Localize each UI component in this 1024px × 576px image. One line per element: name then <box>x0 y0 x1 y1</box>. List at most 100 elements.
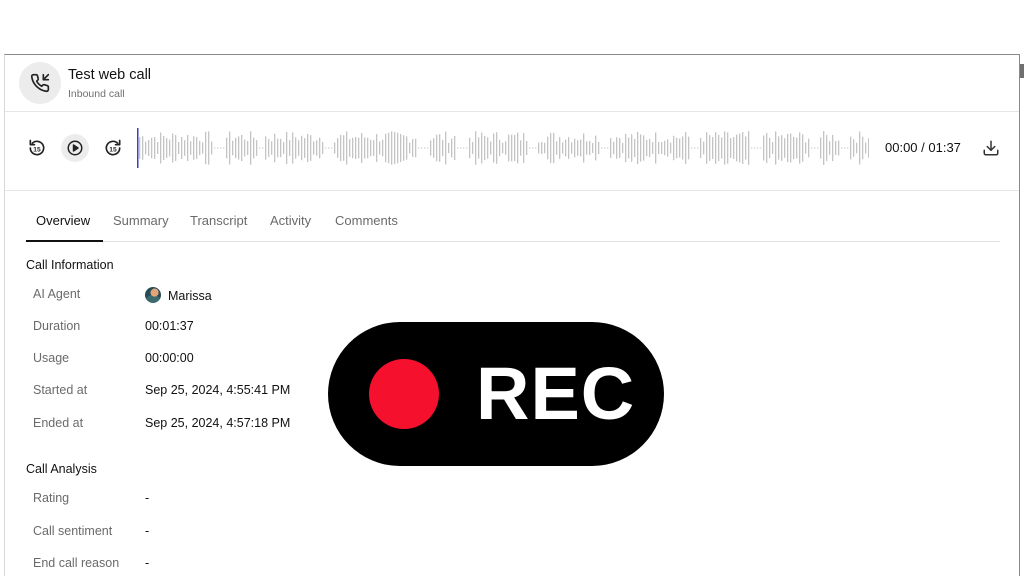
waveform-bar <box>709 135 711 161</box>
waveform-bar <box>226 137 228 159</box>
tab-transcript[interactable]: Transcript <box>190 213 247 228</box>
waveform-bar <box>430 140 432 156</box>
call-analysis-heading: Call Analysis <box>26 462 97 476</box>
active-tab-indicator <box>26 240 103 242</box>
field-label-ai-agent: AI Agent <box>33 287 81 301</box>
waveform-bar <box>205 131 207 165</box>
waveform-bar <box>361 132 363 164</box>
waveform-bar <box>820 137 822 159</box>
waveform-bar <box>454 135 456 161</box>
field-value-usage: 00:00:00 <box>145 351 194 365</box>
waveform-bar <box>484 135 486 161</box>
waveform-bar <box>649 138 651 158</box>
waveform-bar <box>397 132 399 164</box>
waveform-bar <box>721 137 723 159</box>
waveform-bar <box>307 133 309 163</box>
field-value-duration: 00:01:37 <box>145 319 194 333</box>
field-label-rating: Rating <box>33 491 70 505</box>
waveform-bar <box>190 141 192 155</box>
waveform-bar <box>607 147 609 149</box>
tab-comments[interactable]: Comments <box>335 213 398 228</box>
waveform-bar <box>559 137 561 159</box>
waveform-bar <box>625 133 627 163</box>
forward-15-icon[interactable]: 15 <box>99 134 127 162</box>
waveform-bar <box>208 131 210 165</box>
waveform-bar <box>394 131 396 165</box>
waveform-bar <box>253 137 255 159</box>
waveform-bar <box>259 147 261 149</box>
play-button[interactable] <box>61 134 89 162</box>
waveform-bar <box>772 142 774 154</box>
waveform-bar <box>511 134 513 162</box>
playhead-marker[interactable] <box>137 128 139 168</box>
waveform-bar <box>859 131 861 165</box>
waveform-bar <box>586 141 588 155</box>
waveform-bar <box>286 131 288 165</box>
waveform-bar <box>232 140 234 156</box>
waveform-bar <box>463 147 465 149</box>
waveform-bar <box>265 136 267 160</box>
waveform-bar <box>727 132 729 164</box>
waveform-bar <box>541 142 543 154</box>
waveform-bar <box>679 138 681 158</box>
waveform-bar <box>778 136 780 160</box>
waveform-bar <box>193 136 195 160</box>
waveform-bar <box>724 131 726 165</box>
tab-summary[interactable]: Summary <box>113 213 169 228</box>
waveform-bar <box>280 138 282 158</box>
field-label-ended-at: Ended at <box>33 416 84 430</box>
waveform-bar <box>655 132 657 164</box>
waveform-bar <box>535 147 537 149</box>
waveform-bar <box>868 138 869 158</box>
screen: Test web call Inbound call 15 15 00:00 /… <box>0 0 1024 576</box>
waveform-bar <box>313 141 315 155</box>
waveform-bar <box>514 135 516 161</box>
waveform-bar <box>490 141 492 155</box>
waveform-bar <box>400 134 402 162</box>
waveform-bar <box>850 136 852 160</box>
waveform-bar <box>838 140 840 156</box>
waveform-bar <box>415 138 417 158</box>
waveform-bar <box>391 131 393 165</box>
waveform-bar <box>574 138 576 158</box>
waveform-bar <box>526 140 528 156</box>
waveform-bar <box>472 141 474 155</box>
waveform-bar <box>247 140 249 156</box>
waveform-bar <box>628 137 630 159</box>
waveform-bar <box>256 140 258 156</box>
waveform-bar <box>322 141 324 155</box>
waveform-bar <box>700 137 702 159</box>
waveform-bar <box>292 132 294 164</box>
field-label-end-call-reason: End call reason <box>33 556 120 570</box>
waveform-bar <box>808 138 810 158</box>
waveform-bar <box>352 137 354 159</box>
window-edge-handle <box>1020 64 1024 78</box>
waveform-bar <box>781 135 783 161</box>
waveform-bar <box>670 142 672 154</box>
tab-overview[interactable]: Overview <box>36 213 90 228</box>
waveform-bar <box>172 133 174 163</box>
waveform-bar <box>571 142 573 154</box>
waveform-bar <box>157 142 159 154</box>
waveform-bar <box>769 137 771 159</box>
agent-name: Marissa <box>168 289 212 303</box>
waveform-bar <box>403 135 405 161</box>
waveform-bar <box>382 139 384 157</box>
waveform-bar <box>274 133 276 163</box>
tab-activity[interactable]: Activity <box>270 213 311 228</box>
waveform-bar <box>283 142 285 154</box>
waveform-bar <box>817 147 819 149</box>
waveform-bar <box>493 133 495 163</box>
waveform-bar <box>658 142 660 154</box>
waveform-bar <box>835 140 837 156</box>
waveform-bar <box>214 147 216 149</box>
waveform-bar <box>538 142 540 154</box>
field-value-rating: - <box>145 491 150 505</box>
waveform-bar <box>853 139 855 157</box>
waveform-bar <box>445 131 447 165</box>
audio-player: 15 15 00:00 / 01:37 <box>5 112 1019 191</box>
waveform-bar <box>304 138 306 158</box>
audio-waveform[interactable] <box>137 128 869 168</box>
rewind-15-icon[interactable]: 15 <box>23 134 51 162</box>
download-button[interactable] <box>979 134 1003 162</box>
